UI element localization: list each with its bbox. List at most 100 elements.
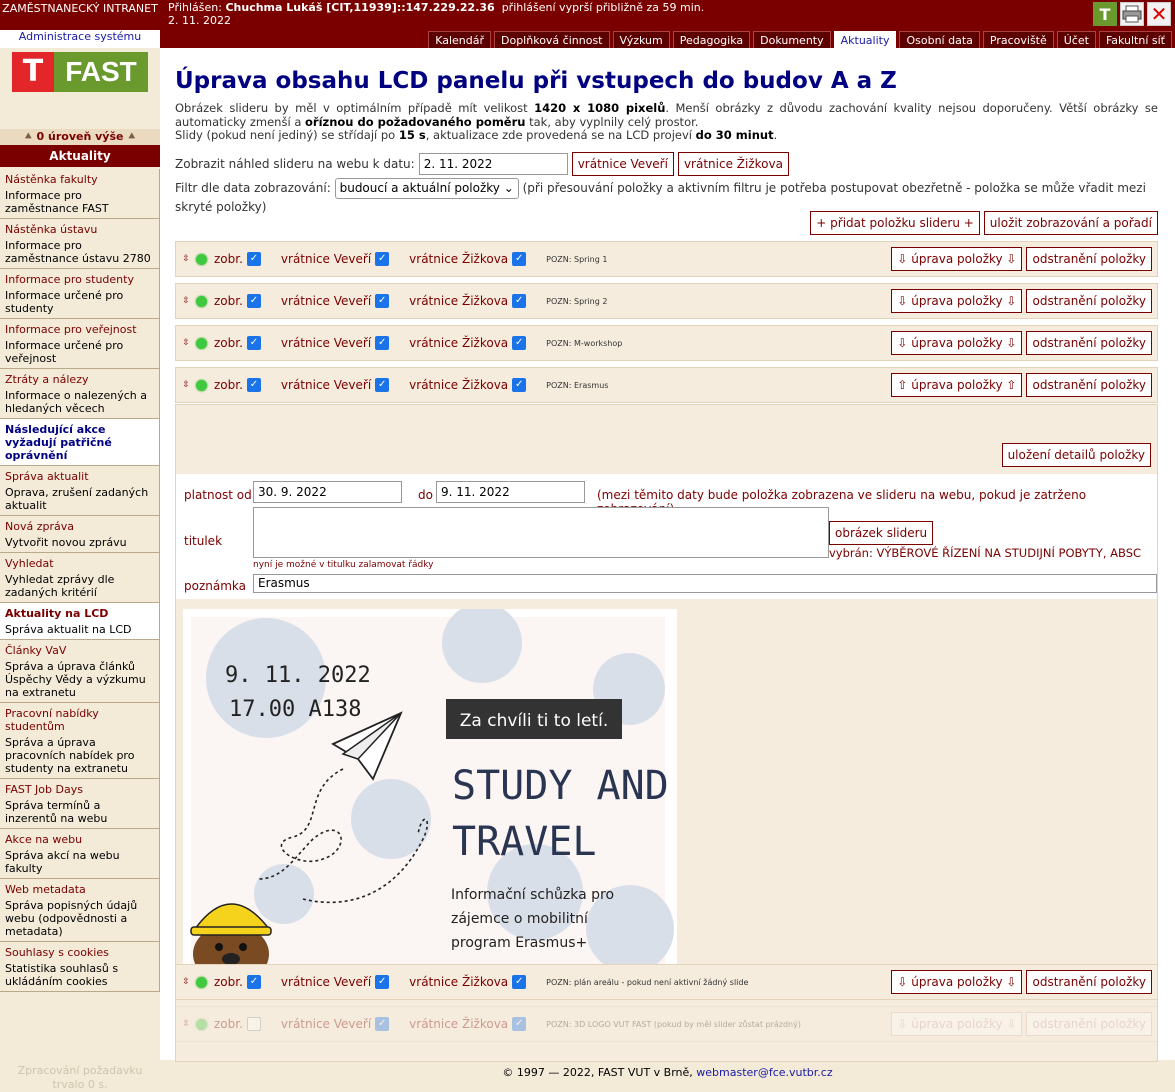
zizkova-checkbox[interactable]: ✓ xyxy=(512,975,527,989)
tab-6[interactable]: Osobní data xyxy=(899,31,980,48)
session-text: přihlášení vyprší přibližně za 59 min. xyxy=(501,1,705,14)
show-checkbox[interactable] xyxy=(246,1017,261,1031)
intro-text-part: , aktualizace zde provedená se na LCD pr… xyxy=(425,128,696,142)
preview-vevery-button[interactable]: vrátnice Veveří xyxy=(571,152,674,176)
zizkova-checkbox[interactable]: ✓ xyxy=(512,378,527,392)
tab-5[interactable]: Aktuality xyxy=(833,31,897,48)
admin-link[interactable]: Administrace systému xyxy=(19,30,141,43)
fast-logo[interactable]: T FAST xyxy=(12,52,148,92)
edit-item-button[interactable]: ⇩ úprava položky ⇩ xyxy=(891,970,1023,994)
sidebar-item-title[interactable]: Aktuality na LCD xyxy=(5,607,155,620)
printer-icon[interactable] xyxy=(1120,2,1144,26)
sidebar-item[interactable]: Web metadata Správa popisných údajů webu … xyxy=(0,879,160,942)
row-note: POZN: Spring 1 xyxy=(546,255,607,264)
preview-zizkova-button[interactable]: vrátnice Žižkova xyxy=(677,152,789,176)
filter-select[interactable]: budoucí a aktuální položky ⌄ xyxy=(334,178,519,199)
tab-4[interactable]: Dokumenty xyxy=(753,31,831,48)
valid-to-input[interactable]: 9. 11. 2022 xyxy=(436,481,585,503)
vevery-checkbox[interactable]: ✓ xyxy=(375,378,390,392)
drag-handle-icon[interactable]: ⇳ xyxy=(176,338,196,348)
slide-image-button[interactable]: obrázek slideru xyxy=(829,521,934,545)
edit-item-button[interactable]: ⇩ úprava položky ⇩ xyxy=(891,247,1023,271)
tab-8[interactable]: Účet xyxy=(1056,31,1096,48)
sidebar-item-title[interactable]: Články VaV xyxy=(5,644,155,657)
tab-3[interactable]: Pedagogika xyxy=(672,31,751,48)
edit-item-button[interactable]: ⇩ úprava položky ⇩ xyxy=(891,1012,1023,1036)
sidebar-item-title[interactable]: Nová zpráva xyxy=(5,520,155,533)
sidebar-item[interactable]: Články VaV Správa a úprava článků Úspěchy… xyxy=(0,640,160,703)
save-order-button[interactable]: uložit zobrazování a pořadí xyxy=(983,211,1158,235)
sidebar-item[interactable]: Pracovní nabídky studentům Správa a úprav… xyxy=(0,703,160,779)
delete-item-button[interactable]: odstranění položky xyxy=(1026,373,1152,397)
close-icon[interactable]: ✕ xyxy=(1147,2,1171,26)
vevery-checkbox[interactable]: ✓ xyxy=(375,1017,390,1031)
zizkova-checkbox[interactable]: ✓ xyxy=(512,336,527,350)
edit-item-button[interactable]: ⇧ úprava položky ⇧ xyxy=(891,373,1023,397)
sidebar-item[interactable]: Vyhledat Vyhledat zprávy dle zadaných kri… xyxy=(0,553,160,603)
sidebar-item[interactable]: Nástěnka ústavu Informace pro zaměstnance… xyxy=(0,219,160,269)
tab-1[interactable]: Doplňková činnost xyxy=(494,31,610,48)
sidebar-item-title[interactable]: Správa aktualit xyxy=(5,470,155,483)
sidebar-item[interactable]: Aktuality na LCD Správa aktualit na LCD xyxy=(0,603,160,640)
tab-9[interactable]: Fakultní síť xyxy=(1098,31,1172,48)
show-checkbox[interactable]: ✓ xyxy=(246,252,261,266)
sidebar-item-title[interactable]: Pracovní nabídky studentům xyxy=(5,707,155,733)
vevery-checkbox[interactable]: ✓ xyxy=(375,975,390,989)
zizkova-checkbox[interactable]: ✓ xyxy=(512,294,527,308)
sidebar-item-title[interactable]: FAST Job Days xyxy=(5,783,155,796)
sidebar-item[interactable]: Informace pro veřejnost Informace určené … xyxy=(0,319,160,369)
add-slide-button[interactable]: + přidat položku slideru + xyxy=(810,211,980,235)
delete-item-button[interactable]: odstranění položky xyxy=(1026,247,1152,271)
sidebar-item-title[interactable]: Souhlasy s cookies xyxy=(5,946,155,959)
teams-icon[interactable]: T xyxy=(1093,2,1117,26)
drag-handle-icon[interactable]: ⇳ xyxy=(176,380,196,390)
drag-handle-icon[interactable]: ⇳ xyxy=(176,1019,196,1029)
show-checkbox[interactable]: ✓ xyxy=(246,336,261,350)
sidebar-item[interactable]: Nová zpráva Vytvořit novou zprávu xyxy=(0,516,160,553)
sidebar-item[interactable]: Ztráty a nálezy Informace o nalezených a … xyxy=(0,369,160,419)
sidebar-item-title[interactable]: Nástěnka fakulty xyxy=(5,173,155,186)
edit-item-button[interactable]: ⇩ úprava položky ⇩ xyxy=(891,289,1023,313)
show-checkbox[interactable]: ✓ xyxy=(246,975,261,989)
title-textarea[interactable] xyxy=(253,507,829,558)
sidebar-item-title[interactable]: Akce na webu xyxy=(5,833,155,846)
zizkova-checkbox[interactable]: ✓ xyxy=(512,252,527,266)
note-input[interactable]: Erasmus xyxy=(253,574,1157,593)
edit-item-button[interactable]: ⇩ úprava položky ⇩ xyxy=(891,331,1023,355)
tab-0[interactable]: Kalendář xyxy=(428,31,491,48)
vevery-checkbox[interactable]: ✓ xyxy=(375,336,390,350)
delete-item-button[interactable]: odstranění položky xyxy=(1026,331,1152,355)
vevery-checkbox[interactable]: ✓ xyxy=(375,252,390,266)
drag-handle-icon[interactable]: ⇳ xyxy=(176,977,196,987)
sidebar-item[interactable]: FAST Job Days Správa termínů a inzerentů … xyxy=(0,779,160,829)
sidebar-item-title[interactable]: Web metadata xyxy=(5,883,155,896)
vevery-checkbox[interactable]: ✓ xyxy=(375,294,390,308)
sidebar-item-title[interactable]: Informace pro studenty xyxy=(5,273,155,286)
sidebar-item-title[interactable]: Informace pro veřejnost xyxy=(5,323,155,336)
sidebar-item[interactable]: Nástěnka fakulty Informace pro zaměstnanc… xyxy=(0,169,160,219)
show-checkbox[interactable]: ✓ xyxy=(246,378,261,392)
delete-item-button[interactable]: odstranění položky xyxy=(1026,970,1152,994)
sidebar-item[interactable]: Správa aktualit Oprava, zrušení zadaných … xyxy=(0,466,160,516)
sidebar-item-title[interactable]: Vyhledat xyxy=(5,557,155,570)
sidebar-item-title[interactable]: Ztráty a nálezy xyxy=(5,373,155,386)
valid-from-input[interactable]: 30. 9. 2022 xyxy=(253,481,402,503)
save-detail-button[interactable]: uložení detailů položky xyxy=(1001,443,1151,467)
sidebar-item[interactable]: Akce na webu Správa akcí na webu fakulty xyxy=(0,829,160,879)
preview-date-input[interactable]: 2. 11. 2022 xyxy=(418,153,568,175)
drag-handle-icon[interactable]: ⇳ xyxy=(176,254,196,264)
show-checkbox[interactable]: ✓ xyxy=(246,294,261,308)
delete-item-button[interactable]: odstranění položky xyxy=(1026,289,1152,313)
poster-circle xyxy=(351,779,431,859)
sidebar-item[interactable]: Souhlasy s cookies Statistika souhlasů s … xyxy=(0,942,160,992)
webmaster-link[interactable]: webmaster@fce.vutbr.cz xyxy=(696,1066,832,1079)
sidebar-item[interactable]: Informace pro studenty Informace určené p… xyxy=(0,269,160,319)
sidebar-item-title[interactable]: Nástěnka ústavu xyxy=(5,223,155,236)
drag-handle-icon[interactable]: ⇳ xyxy=(176,296,196,306)
tab-2[interactable]: Výzkum xyxy=(612,31,670,48)
delete-item-button[interactable]: odstranění položky xyxy=(1026,1012,1152,1036)
zizkova-checkbox[interactable]: ✓ xyxy=(512,1017,527,1031)
tab-7[interactable]: Pracoviště xyxy=(982,31,1054,48)
sidebar-item-desc: Informace o nalezených a hledaných věcec… xyxy=(5,389,147,415)
up-level-link[interactable]: ⯅ 0 úroveň výše ⯅ xyxy=(0,129,160,145)
